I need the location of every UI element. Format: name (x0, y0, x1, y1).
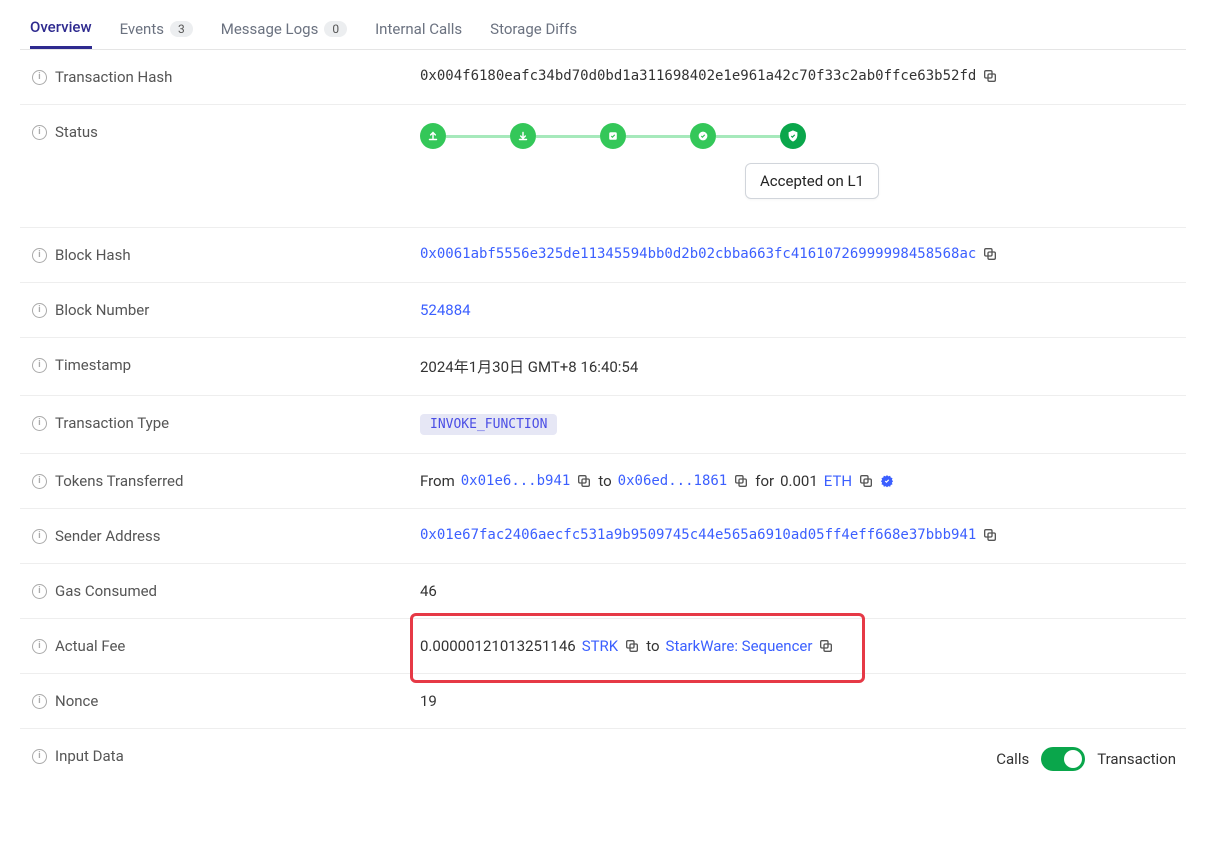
toggle-knob (1064, 750, 1082, 768)
fee-to-label: to (646, 637, 659, 655)
tab-label: Events (120, 20, 164, 38)
row-block-number: i Block Number 524884 (20, 283, 1186, 338)
row-tokens-transferred: i Tokens Transferred From 0x01e6...b941 … (20, 454, 1186, 509)
step-connector (626, 135, 690, 138)
status-label: Accepted on L1 (745, 163, 879, 199)
token-amount: 0.001 (780, 472, 818, 490)
calls-transaction-toggle[interactable] (1041, 747, 1085, 771)
tab-message-logs[interactable]: Message Logs 0 (221, 10, 347, 48)
label-block-number: Block Number (55, 301, 149, 319)
verified-icon (880, 474, 894, 488)
value-sender-address[interactable]: 0x01e67fac2406aecfc531a9b9509745c44e565a… (420, 527, 976, 543)
toggle-label-calls: Calls (996, 750, 1029, 768)
value-timestamp: 2024年1月30日 GMT+8 16:40:54 (420, 356, 638, 377)
to-address[interactable]: 0x06ed...1861 (618, 473, 728, 489)
label-timestamp: Timestamp (55, 356, 131, 374)
label-tokens-transferred: Tokens Transferred (55, 472, 183, 490)
step-verified-icon (690, 123, 716, 149)
value-block-hash[interactable]: 0x0061abf5556e325de11345594bb0d2b02cbba6… (420, 246, 976, 262)
fee-token[interactable]: STRK (582, 637, 619, 655)
value-block-number[interactable]: 524884 (420, 301, 471, 319)
token-symbol[interactable]: ETH (824, 472, 852, 490)
info-icon[interactable]: i (32, 358, 47, 373)
row-timestamp: i Timestamp 2024年1月30日 GMT+8 16:40:54 (20, 338, 1186, 396)
fee-destination[interactable]: StarkWare: Sequencer (666, 637, 813, 655)
step-upload-icon (420, 123, 446, 149)
copy-icon[interactable] (576, 473, 592, 489)
copy-icon[interactable] (982, 68, 998, 84)
step-download-icon (510, 123, 536, 149)
tab-label: Internal Calls (375, 20, 462, 38)
label-transaction-type: Transaction Type (55, 414, 169, 432)
tab-events[interactable]: Events 3 (120, 10, 193, 48)
step-connector (446, 135, 510, 138)
row-nonce: i Nonce 19 (20, 674, 1186, 729)
row-sender-address: i Sender Address 0x01e67fac2406aecfc531a… (20, 509, 1186, 564)
step-shield-icon (780, 123, 806, 149)
value-nonce: 19 (420, 692, 437, 710)
info-icon[interactable]: i (32, 416, 47, 431)
copy-icon[interactable] (858, 473, 874, 489)
row-transaction-hash: i Transaction Hash 0x004f6180eafc34bd70d… (20, 50, 1186, 105)
tab-label: Storage Diffs (490, 20, 577, 38)
copy-icon[interactable] (818, 638, 834, 654)
copy-icon[interactable] (982, 246, 998, 262)
from-label: From (420, 472, 455, 490)
label-block-hash: Block Hash (55, 246, 131, 264)
info-icon[interactable]: i (32, 70, 47, 85)
info-icon[interactable]: i (32, 749, 47, 764)
msglogs-count-badge: 0 (324, 21, 347, 37)
tab-label: Message Logs (221, 20, 319, 38)
label-transaction-hash: Transaction Hash (55, 68, 172, 86)
row-transaction-type: i Transaction Type INVOKE_FUNCTION (20, 396, 1186, 454)
info-icon[interactable]: i (32, 584, 47, 599)
label-gas-consumed: Gas Consumed (55, 582, 157, 600)
tab-bar: Overview Events 3 Message Logs 0 Internal … (20, 0, 1186, 50)
info-icon[interactable]: i (32, 694, 47, 709)
row-input-data: i Input Data Calls Transaction (20, 729, 1186, 789)
step-connector (716, 135, 780, 138)
toggle-label-transaction: Transaction (1097, 750, 1176, 768)
info-icon[interactable]: i (32, 529, 47, 544)
value-transaction-hash: 0x004f6180eafc34bd70d0bd1a311698402e1e96… (420, 68, 976, 84)
tab-overview[interactable]: Overview (30, 8, 92, 49)
copy-icon[interactable] (982, 527, 998, 543)
info-icon[interactable]: i (32, 248, 47, 263)
label-status: Status (55, 123, 98, 141)
value-gas-consumed: 46 (420, 582, 437, 600)
tab-label: Overview (30, 18, 92, 36)
info-icon[interactable]: i (32, 303, 47, 318)
label-sender-address: Sender Address (55, 527, 160, 545)
info-icon[interactable]: i (32, 125, 47, 140)
step-connector (536, 135, 600, 138)
row-gas-consumed: i Gas Consumed 46 (20, 564, 1186, 619)
copy-icon[interactable] (733, 473, 749, 489)
info-icon[interactable]: i (32, 474, 47, 489)
fee-amount: 0.00000121013251146 (420, 637, 576, 655)
row-block-hash: i Block Hash 0x0061abf5556e325de11345594… (20, 228, 1186, 283)
to-label: to (598, 472, 611, 490)
row-actual-fee: i Actual Fee 0.00000121013251146 STRK to… (20, 619, 1186, 674)
step-check-icon (600, 123, 626, 149)
for-label: for (755, 472, 774, 490)
label-actual-fee: Actual Fee (55, 637, 125, 655)
label-nonce: Nonce (55, 692, 98, 710)
tab-internal-calls[interactable]: Internal Calls (375, 10, 462, 48)
copy-icon[interactable] (624, 638, 640, 654)
transaction-type-tag: INVOKE_FUNCTION (420, 414, 557, 435)
tab-storage-diffs[interactable]: Storage Diffs (490, 10, 577, 48)
label-input-data: Input Data (55, 747, 124, 765)
info-icon[interactable]: i (32, 639, 47, 654)
events-count-badge: 3 (170, 21, 193, 37)
row-status: i Status Accepted on L1 (20, 105, 1186, 228)
from-address[interactable]: 0x01e6...b941 (461, 473, 571, 489)
status-steps (420, 123, 806, 149)
